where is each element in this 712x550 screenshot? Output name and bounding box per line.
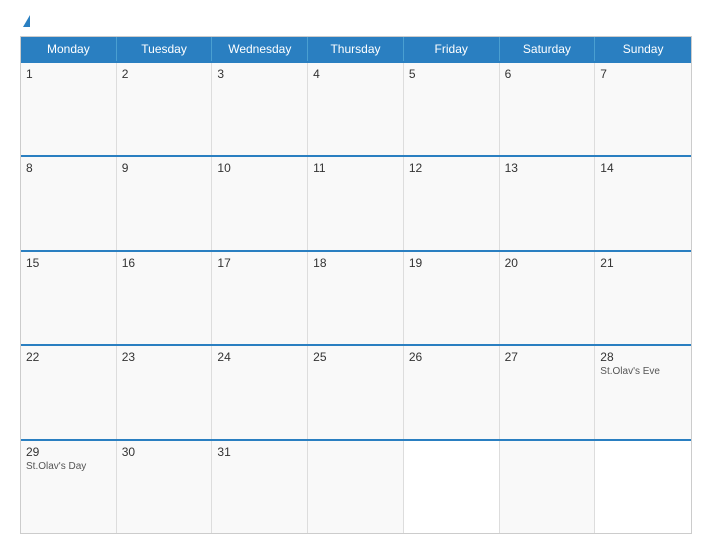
day-cell-8: 8 (21, 157, 117, 249)
day-friday: Friday (404, 37, 500, 61)
day-thursday: Thursday (308, 37, 404, 61)
day-cell-10: 10 (212, 157, 308, 249)
day-number: 25 (313, 350, 398, 364)
day-cell-28: 28 St.Olav's Eve (595, 346, 691, 438)
day-number: 19 (409, 256, 494, 270)
day-number: 29 (26, 445, 111, 459)
day-cell-14: 14 (595, 157, 691, 249)
day-monday: Monday (21, 37, 117, 61)
day-saturday: Saturday (500, 37, 596, 61)
day-cell-15: 15 (21, 252, 117, 344)
day-tuesday: Tuesday (117, 37, 213, 61)
day-cell-1: 1 (21, 63, 117, 155)
day-event: St.Olav's Eve (600, 366, 686, 377)
day-wednesday: Wednesday (212, 37, 308, 61)
day-cell-16: 16 (117, 252, 213, 344)
day-number: 31 (217, 445, 302, 459)
day-number: 5 (409, 67, 494, 81)
day-number: 23 (122, 350, 207, 364)
day-cell-19: 19 (404, 252, 500, 344)
day-cell-7: 7 (595, 63, 691, 155)
day-number: 6 (505, 67, 590, 81)
day-number: 8 (26, 161, 111, 175)
logo-triangle-icon (23, 15, 30, 27)
day-number: 15 (26, 256, 111, 270)
week-row-1: 1234567 (21, 61, 691, 155)
day-cell-24: 24 (212, 346, 308, 438)
days-header: Monday Tuesday Wednesday Thursday Friday… (21, 37, 691, 61)
day-cell-3: 3 (212, 63, 308, 155)
day-cell-13: 13 (500, 157, 596, 249)
week-row-3: 15 16 17 18 19 20 21 (21, 250, 691, 344)
week-row-5: 29 St.Olav's Day 30 31 (21, 439, 691, 533)
day-cell-30: 30 (117, 441, 213, 533)
day-cell-12: 12 (404, 157, 500, 249)
day-cell-27: 27 (500, 346, 596, 438)
day-number: 12 (409, 161, 494, 175)
day-number: 14 (600, 161, 686, 175)
empty-cell (404, 441, 500, 533)
day-cell-2: 2 (117, 63, 213, 155)
day-number: 28 (600, 350, 686, 364)
day-cell-26: 26 (404, 346, 500, 438)
day-cell-23: 23 (117, 346, 213, 438)
day-number: 27 (505, 350, 590, 364)
day-number: 10 (217, 161, 302, 175)
day-cell-20: 20 (500, 252, 596, 344)
day-cell-6: 6 (500, 63, 596, 155)
empty-cell (308, 441, 404, 533)
day-number: 7 (600, 67, 686, 81)
day-number: 26 (409, 350, 494, 364)
day-number: 17 (217, 256, 302, 270)
day-cell-25: 25 (308, 346, 404, 438)
header (20, 16, 692, 28)
day-cell-29: 29 St.Olav's Day (21, 441, 117, 533)
day-number: 4 (313, 67, 398, 81)
day-sunday: Sunday (595, 37, 691, 61)
page: Monday Tuesday Wednesday Thursday Friday… (0, 0, 712, 550)
day-number: 3 (217, 67, 302, 81)
day-number: 2 (122, 67, 207, 81)
day-cell-11: 11 (308, 157, 404, 249)
logo (20, 16, 30, 28)
empty-cell (500, 441, 596, 533)
day-cell-22: 22 (21, 346, 117, 438)
day-number: 30 (122, 445, 207, 459)
day-number: 11 (313, 161, 398, 175)
day-number: 24 (217, 350, 302, 364)
week-row-4: 22 23 24 25 26 27 28 St.Olav's Eve (21, 344, 691, 438)
calendar: Monday Tuesday Wednesday Thursday Friday… (20, 36, 692, 534)
day-cell-4: 4 (308, 63, 404, 155)
day-number: 1 (26, 67, 111, 81)
day-number: 22 (26, 350, 111, 364)
day-cell-5: 5 (404, 63, 500, 155)
day-cell-31: 31 (212, 441, 308, 533)
day-cell-21: 21 (595, 252, 691, 344)
day-number: 18 (313, 256, 398, 270)
day-number: 16 (122, 256, 207, 270)
day-cell-9: 9 (117, 157, 213, 249)
day-number: 21 (600, 256, 686, 270)
day-number: 9 (122, 161, 207, 175)
week-row-2: 89 10 11 12 13 14 (21, 155, 691, 249)
day-cell-17: 17 (212, 252, 308, 344)
weeks-container: 1234567891011121314151617181920212223242… (21, 61, 691, 533)
empty-cell (595, 441, 691, 533)
day-number: 13 (505, 161, 590, 175)
day-number: 20 (505, 256, 590, 270)
day-cell-18: 18 (308, 252, 404, 344)
day-event: St.Olav's Day (26, 461, 111, 472)
